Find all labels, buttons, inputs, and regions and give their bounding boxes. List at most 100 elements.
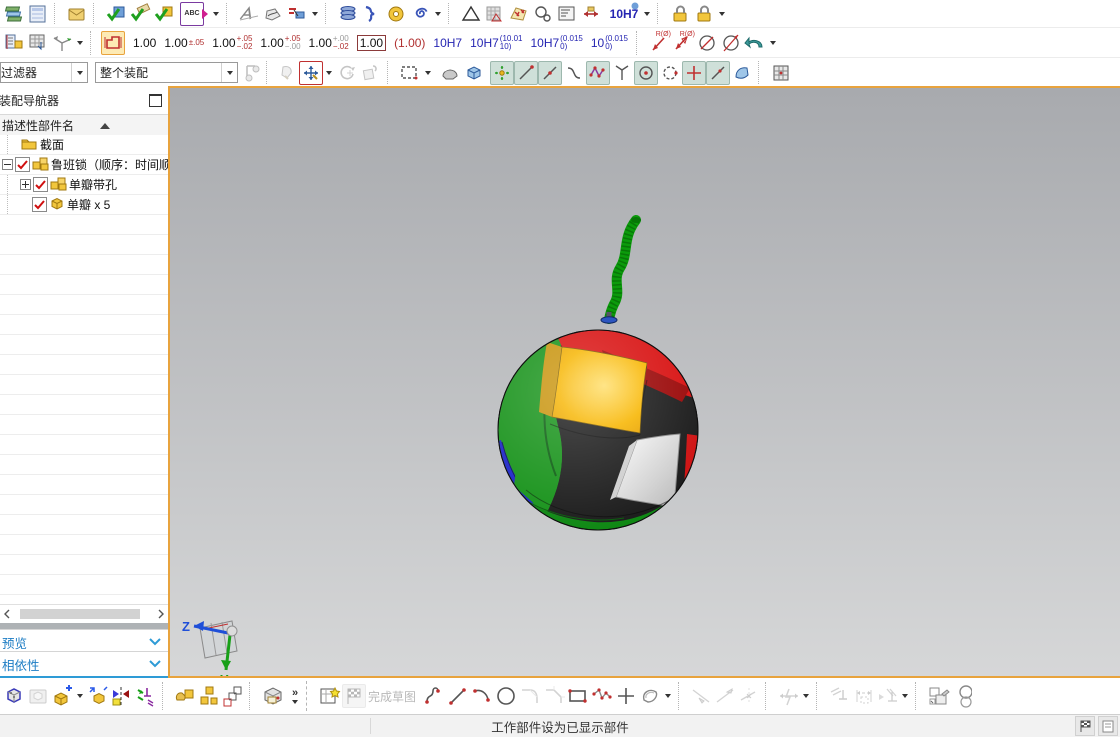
quick-trim-icon[interactable] — [689, 684, 713, 708]
section-profile-icon[interactable] — [101, 31, 125, 55]
offset-curve-icon[interactable] — [638, 684, 662, 708]
tol-basic-button[interactable]: 1.00 — [353, 30, 390, 56]
text-dropdown-caret[interactable] — [213, 11, 219, 16]
triangle-icon[interactable] — [459, 2, 483, 26]
finish-sketch-icon[interactable] — [342, 684, 366, 708]
spiral-icon[interactable] — [408, 2, 432, 26]
convert-reference-icon[interactable] — [926, 684, 950, 708]
snap-pole-icon[interactable] — [586, 60, 610, 85]
line-tool-icon[interactable] — [446, 684, 470, 708]
snap-intersection-icon[interactable] — [682, 60, 706, 85]
spring-icon[interactable] — [360, 2, 384, 26]
offset-caret[interactable] — [665, 694, 672, 698]
navigator-column-header[interactable]: 描述性部件名 — [0, 114, 168, 137]
measure-icon[interactable] — [579, 2, 603, 26]
circles-icon[interactable] — [531, 2, 555, 26]
text-abc-icon[interactable]: ABC — [180, 1, 208, 26]
scroll-left-arrow[interactable] — [0, 607, 14, 621]
graphics-window[interactable]: Z Y — [168, 86, 1120, 678]
circle-tool-icon[interactable] — [494, 684, 518, 708]
lock-icon[interactable] — [668, 2, 692, 26]
toolbar-expand-control[interactable]: » — [286, 687, 304, 704]
undo-dropdown-caret[interactable] — [769, 41, 776, 45]
exploded-view-icon[interactable] — [197, 684, 221, 708]
snap-endpoint-icon[interactable] — [514, 60, 538, 85]
auto-constrain-icon[interactable] — [875, 684, 899, 708]
studio-spline-icon[interactable] — [590, 684, 614, 708]
snap-axis-icon[interactable] — [610, 61, 634, 85]
profile-tool-icon[interactable] — [422, 684, 446, 708]
check-sweep-icon[interactable] — [128, 2, 152, 26]
snap-point-on-curve-icon[interactable] — [706, 60, 730, 85]
note-icon[interactable] — [65, 2, 89, 26]
solid-cube-icon[interactable] — [462, 61, 486, 85]
wrench-component-icon[interactable] — [173, 684, 197, 708]
tol-reference-button[interactable]: (1.00) — [390, 30, 429, 56]
auto-dimension-icon[interactable] — [851, 684, 875, 708]
diameter-alt-icon[interactable] — [719, 31, 743, 55]
tol-fit-button[interactable]: 10H7 — [429, 30, 466, 56]
rotate-view-icon[interactable] — [335, 61, 359, 85]
rectangle-select-icon[interactable] — [398, 61, 422, 85]
check-body-icon[interactable] — [152, 2, 176, 26]
find-component-icon[interactable] — [2, 684, 26, 708]
checkbox-checked[interactable] — [33, 177, 48, 192]
check-extrude-icon[interactable] — [104, 2, 128, 26]
scrollbar-thumb[interactable] — [20, 609, 140, 619]
assembly-constraints-icon[interactable] — [134, 684, 158, 708]
chamfer-tool-icon[interactable] — [542, 684, 566, 708]
diameter-icon[interactable] — [695, 31, 719, 55]
direct-sketch-icon[interactable] — [285, 2, 309, 26]
tol-bilateral-button[interactable]: 1.00 +.05 −.02 — [208, 30, 256, 56]
marquee-dropdown-caret[interactable] — [425, 70, 431, 75]
tree-row-component[interactable]: 单瓣 x 5 — [0, 195, 168, 215]
selection-scope-dropdown[interactable]: 整个装配 — [95, 62, 238, 83]
scroll-right-arrow[interactable] — [154, 607, 168, 621]
layers-icon[interactable] — [2, 2, 26, 26]
finish-flag-mini-icon[interactable] — [1075, 716, 1095, 736]
radius-callout-alt-icon[interactable]: R(Ø) — [671, 31, 695, 55]
dependencies-section-header[interactable]: 相依性 — [0, 651, 168, 678]
expand-expander[interactable] — [20, 179, 31, 190]
datum-table-icon[interactable] — [26, 31, 50, 55]
snap-face-icon[interactable] — [730, 61, 754, 85]
sketch-dropdown-caret[interactable] — [312, 11, 318, 16]
snap-center-icon[interactable] — [634, 60, 658, 85]
tol-lower-button[interactable]: 1.00 +.00 −.02 — [305, 30, 353, 56]
fillet-tool-icon[interactable] — [518, 684, 542, 708]
geometric-constraints-icon[interactable] — [827, 684, 851, 708]
make-corner-icon[interactable] — [737, 684, 761, 708]
tol-none-button[interactable]: 1.00 — [129, 30, 160, 56]
coil-stack-icon[interactable] — [336, 2, 360, 26]
wave-geometry-icon[interactable] — [260, 684, 284, 708]
lock-alt-icon[interactable] — [692, 2, 716, 26]
tol-dev-only-button[interactable]: 10 (0.015 0) — [587, 30, 632, 56]
add-component-caret[interactable] — [77, 694, 83, 698]
show-constraints-icon[interactable] — [359, 61, 383, 85]
move-component-icon[interactable] — [299, 60, 323, 85]
add-component-icon[interactable] — [50, 684, 74, 708]
csys-dropdown-caret[interactable] — [77, 41, 83, 45]
fit-dropdown-caret[interactable] — [644, 11, 650, 16]
luban-lock-ball[interactable] — [476, 298, 718, 532]
new-sketch-icon[interactable] — [318, 684, 342, 708]
quick-extend-icon[interactable] — [713, 684, 737, 708]
snap-curve-icon[interactable] — [562, 61, 586, 85]
selection-filter-dropdown[interactable]: 过滤器 — [0, 62, 88, 83]
undo-icon[interactable] — [743, 31, 767, 55]
mirror-assembly-icon[interactable] — [110, 684, 134, 708]
arc-tool-icon[interactable] — [470, 684, 494, 708]
move-component2-icon[interactable] — [86, 684, 110, 708]
tol-symmetric-button[interactable]: 1.00 ±.05 — [160, 30, 208, 56]
snap-midpoint-icon[interactable] — [538, 60, 562, 85]
lock-dropdown-caret[interactable] — [719, 11, 725, 16]
checkbox-checked[interactable] — [32, 197, 47, 212]
tol-upper-button[interactable]: 1.00 +.05 −.00 — [256, 30, 304, 56]
scope-caret[interactable] — [221, 63, 237, 82]
rectangle-tool-icon[interactable] — [566, 684, 590, 708]
collapse-expander[interactable] — [2, 159, 13, 170]
clipboard-mini-icon[interactable] — [1098, 716, 1118, 736]
sketch-on-face-icon[interactable] — [261, 2, 285, 26]
tape-coil-icon[interactable] — [384, 2, 408, 26]
open-component-icon[interactable] — [26, 684, 50, 708]
